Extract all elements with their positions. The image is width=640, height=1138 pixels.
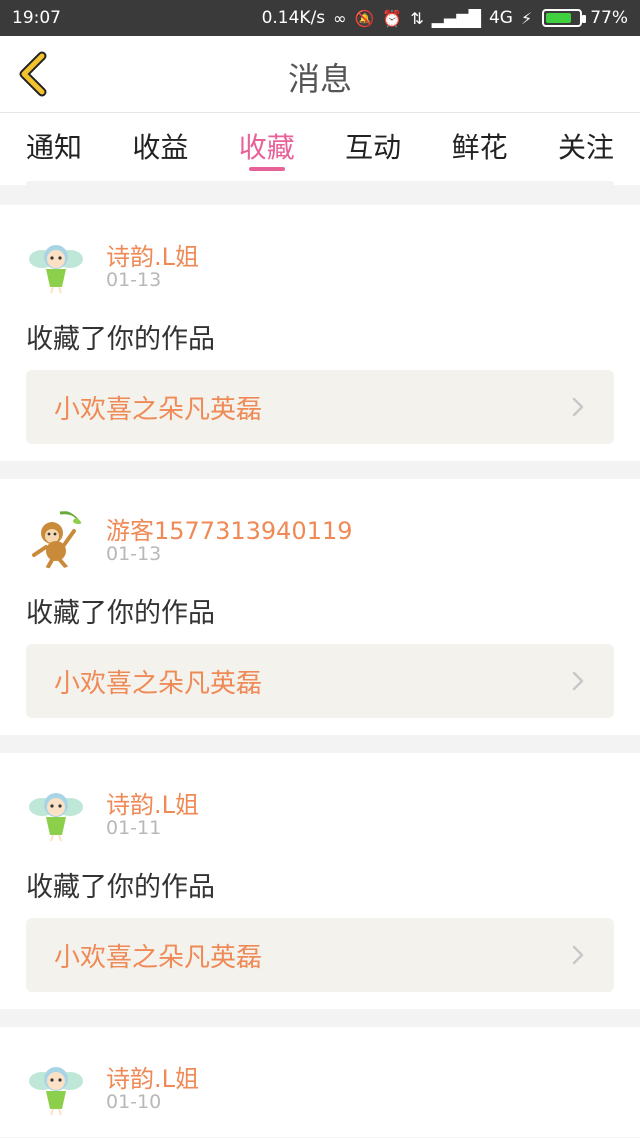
tab-bar: 通知 收益 收藏 互动 鲜花 关注 <box>0 113 640 185</box>
tab-earnings[interactable]: 收益 <box>132 113 188 185</box>
tab-interactions[interactable]: 互动 <box>345 113 401 185</box>
fairy-avatar-icon <box>29 1067 83 1116</box>
list-item: 游客1577313940119 01-13 收藏了你的作品 小欢喜之朵凡英磊 <box>0 479 640 735</box>
action-text: 收藏了你的作品 <box>26 872 215 903</box>
link-icon: ∞ <box>333 8 347 28</box>
alarm-icon: ⏰ <box>382 8 403 28</box>
mute-bell-icon: 🔕 <box>354 8 375 28</box>
work-link[interactable]: 小欢喜之朵凡英磊 <box>26 644 614 718</box>
work-title: 小欢喜之朵凡英磊 <box>54 668 263 699</box>
user-name[interactable]: 诗韵.L姐 <box>106 785 199 820</box>
message-list: 诗韵.L姐 01-13 收藏了你的作品 小欢喜之朵凡英磊 游客157731394… <box>0 205 640 1137</box>
work-title: 小欢喜之朵凡英磊 <box>54 942 263 973</box>
action-text: 收藏了你的作品 <box>26 598 215 629</box>
tab-notifications[interactable]: 通知 <box>26 113 82 185</box>
action-text: 收藏了你的作品 <box>26 324 215 355</box>
signal-icon: ▂▄▆█ <box>431 8 481 28</box>
charging-icon: ⚡ <box>520 8 533 28</box>
tab-divider <box>26 181 614 187</box>
status-bar: 19:07 0.14K/s ∞ 🔕 ⏰ ⇅ ▂▄▆█ 4G ⚡ 77% <box>0 0 640 36</box>
tab-flowers[interactable]: 鲜花 <box>452 113 508 185</box>
fairy-avatar-icon <box>29 793 83 842</box>
work-title: 小欢喜之朵凡英磊 <box>54 394 263 425</box>
chevron-right-icon <box>572 397 584 417</box>
status-right: 0.14K/s ∞ 🔕 ⏰ ⇅ ▂▄▆█ 4G ⚡ 77% <box>262 8 628 28</box>
tab-follows[interactable]: 关注 <box>558 113 614 185</box>
timestamp: 01-11 <box>106 817 162 839</box>
timestamp: 01-13 <box>106 543 162 565</box>
list-item: 诗韵.L姐 01-13 收藏了你的作品 小欢喜之朵凡英磊 <box>0 205 640 461</box>
list-item: 诗韵.L姐 01-11 收藏了你的作品 小欢喜之朵凡英磊 <box>0 753 640 1009</box>
status-speed: 0.14K/s <box>261 8 326 28</box>
status-time: 19:07 <box>12 8 61 28</box>
user-name[interactable]: 诗韵.L姐 <box>106 1059 199 1094</box>
page-title: 消息 <box>287 60 352 98</box>
network-type: 4G <box>488 8 513 28</box>
list-item: 诗韵.L姐 01-10 <box>0 1027 640 1137</box>
monkey-avatar-icon <box>32 511 83 569</box>
user-name[interactable]: 诗韵.L姐 <box>106 237 199 272</box>
user-name[interactable]: 游客1577313940119 <box>106 511 353 546</box>
chevron-right-icon <box>572 671 584 691</box>
battery-percent: 77% <box>590 8 628 28</box>
avatar[interactable] <box>26 235 86 295</box>
avatar[interactable] <box>26 509 86 569</box>
timestamp: 01-13 <box>106 269 162 291</box>
timestamp: 01-10 <box>106 1091 162 1113</box>
app-header: 消息 <box>0 36 640 113</box>
avatar[interactable] <box>26 1057 86 1117</box>
tab-favorites[interactable]: 收藏 <box>239 113 295 185</box>
avatar[interactable] <box>26 783 86 843</box>
fairy-avatar-icon <box>29 245 83 294</box>
data-arrows-icon: ⇅ <box>410 8 424 28</box>
battery-icon <box>542 9 587 27</box>
chevron-right-icon <box>572 945 584 965</box>
work-link[interactable]: 小欢喜之朵凡英磊 <box>26 370 614 444</box>
work-link[interactable]: 小欢喜之朵凡英磊 <box>26 918 614 992</box>
